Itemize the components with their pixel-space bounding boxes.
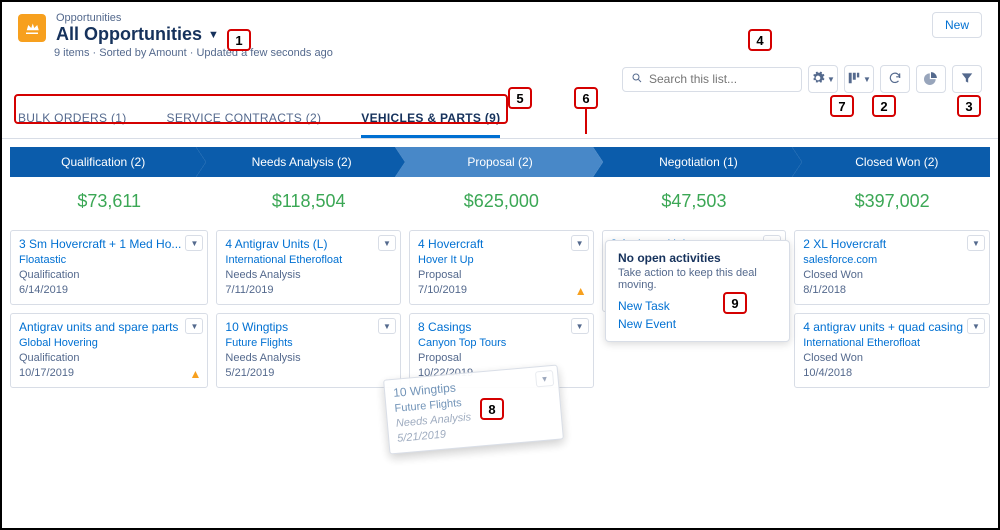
card-date: 10/4/2018: [803, 367, 981, 379]
chart-button[interactable]: [916, 65, 946, 93]
callout-line: [585, 109, 587, 134]
card-stage: Needs Analysis: [225, 352, 392, 364]
card-stage: Closed Won: [803, 352, 981, 364]
list-info: 9 items · Sorted by Amount · Updated a f…: [2, 47, 998, 65]
refresh-icon: [888, 71, 902, 88]
list-view-picker[interactable]: All Opportunities ▼: [56, 24, 219, 45]
card-date: 7/11/2019: [225, 284, 392, 296]
gear-icon: [811, 71, 825, 88]
new-event-link[interactable]: New Event: [618, 317, 777, 331]
tab-bulk-orders[interactable]: BULK ORDERS (1): [18, 105, 127, 138]
stage-negotiation[interactable]: Negotiation (1): [593, 147, 791, 177]
tab-vehicles-parts[interactable]: VEHICLES & PARTS (9): [361, 105, 500, 138]
card-title[interactable]: 4 Antigrav Units (L): [225, 237, 392, 251]
card-date: 5/21/2019: [225, 367, 392, 379]
card-account[interactable]: salesforce.com: [803, 254, 981, 266]
pie-chart-icon: [924, 71, 938, 88]
kanban-card[interactable]: ▼ 3 Sm Hovercraft + 1 Med Ho... Floatast…: [10, 230, 208, 305]
list-settings-button[interactable]: ▼: [808, 65, 838, 93]
card-menu-button[interactable]: ▼: [571, 235, 589, 251]
card-account[interactable]: Global Hovering: [19, 337, 199, 349]
card-menu-button[interactable]: ▼: [967, 318, 985, 334]
stage-qualification[interactable]: Qualification (2): [10, 147, 196, 177]
card-stage: Closed Won: [803, 269, 981, 281]
list-view-name: All Opportunities: [56, 24, 202, 45]
card-title[interactable]: 10 Wingtips: [225, 320, 392, 334]
new-button[interactable]: New: [932, 12, 982, 38]
kanban-card[interactable]: ▼ 4 antigrav units + quad casing Interna…: [794, 313, 990, 388]
kanban-column: $118,504 ▼ 4 Antigrav Units (L) Internat…: [216, 183, 401, 388]
kanban-card[interactable]: ▼ 4 Antigrav Units (L) International Eth…: [216, 230, 401, 305]
card-date: 6/14/2019: [19, 284, 199, 296]
card-title[interactable]: 3 Sm Hovercraft + 1 Med Ho...: [19, 237, 199, 251]
card-account[interactable]: Future Flights: [225, 337, 392, 349]
kanban-stage-bar: Qualification (2) Needs Analysis (2) Pro…: [10, 147, 990, 177]
card-title[interactable]: 2 XL Hovercraft: [803, 237, 981, 251]
column-sum: $397,002: [794, 183, 990, 222]
kanban-card[interactable]: ▼ 4 Hovercraft Hover It Up Proposal 7/10…: [409, 230, 594, 305]
filter-button[interactable]: [952, 65, 982, 93]
card-stage: Proposal: [418, 352, 585, 364]
card-account[interactable]: Canyon Top Tours: [418, 337, 585, 349]
card-menu-button[interactable]: ▼: [535, 370, 554, 388]
column-sum: $118,504: [216, 183, 401, 222]
card-menu-button[interactable]: ▼: [967, 235, 985, 251]
card-menu-button[interactable]: ▼: [378, 318, 396, 334]
column-sum: $47,503: [602, 183, 787, 222]
kanban-column: $73,611 ▼ 3 Sm Hovercraft + 1 Med Ho... …: [10, 183, 208, 388]
card-account[interactable]: Hover It Up: [418, 254, 585, 266]
card-date: 8/1/2018: [803, 284, 981, 296]
card-title[interactable]: 8 Casings: [418, 320, 585, 334]
kanban-column: $397,002 ▼ 2 XL Hovercraft salesforce.co…: [794, 183, 990, 388]
card-account[interactable]: Floatastic: [19, 254, 199, 266]
kanban-card[interactable]: ▼ Antigrav units and spare parts Global …: [10, 313, 208, 388]
kanban-columns: $73,611 ▼ 3 Sm Hovercraft + 1 Med Ho... …: [2, 183, 998, 388]
kanban-card[interactable]: ▼ 2 XL Hovercraft salesforce.com Closed …: [794, 230, 990, 305]
kanban-card[interactable]: ▼ 10 Wingtips Future Flights Needs Analy…: [216, 313, 401, 388]
card-title[interactable]: 4 Hovercraft: [418, 237, 585, 251]
column-sum: $73,611: [10, 183, 208, 222]
card-title[interactable]: Antigrav units and spare parts: [19, 320, 199, 334]
card-menu-button[interactable]: ▼: [185, 235, 203, 251]
search-icon: [631, 72, 643, 87]
activity-popover: No open activities Take action to keep t…: [605, 240, 790, 342]
column-sum: $625,000: [409, 183, 594, 222]
card-stage: Qualification: [19, 352, 199, 364]
opportunities-icon: [18, 14, 46, 42]
card-menu-button[interactable]: ▼: [185, 318, 203, 334]
card-stage: Needs Analysis: [225, 269, 392, 281]
refresh-button[interactable]: [880, 65, 910, 93]
stage-closed-won[interactable]: Closed Won (2): [792, 147, 990, 177]
card-account[interactable]: International Etherofloat: [803, 337, 981, 349]
display-as-button[interactable]: ▼: [844, 65, 874, 93]
filter-icon: [960, 71, 974, 88]
kanban-icon: [847, 71, 861, 88]
card-menu-button[interactable]: ▼: [378, 235, 396, 251]
search-list-input-wrap[interactable]: [622, 67, 802, 92]
stage-proposal[interactable]: Proposal (2): [395, 147, 593, 177]
kanban-column: $625,000 ▼ 4 Hovercraft Hover It Up Prop…: [409, 183, 594, 388]
warning-icon: ▲: [575, 284, 587, 298]
card-account[interactable]: International Etherofloat: [225, 254, 392, 266]
warning-icon: ▲: [190, 367, 202, 381]
chevron-down-icon: ▼: [208, 29, 219, 41]
card-stage: Proposal: [418, 269, 585, 281]
card-date: 10/17/2019: [19, 367, 199, 379]
stage-needs-analysis[interactable]: Needs Analysis (2): [196, 147, 394, 177]
dragging-card[interactable]: ▼ 10 Wingtips Future Flights Needs Analy…: [383, 365, 564, 455]
object-label: Opportunities: [56, 12, 219, 24]
card-date: 7/10/2019: [418, 284, 585, 296]
search-input[interactable]: [649, 72, 793, 86]
tab-service-contracts[interactable]: SERVICE CONTRACTS (2): [167, 105, 322, 138]
popover-desc: Take action to keep this deal moving.: [618, 267, 777, 291]
filter-tabs: BULK ORDERS (1) SERVICE CONTRACTS (2) VE…: [2, 99, 998, 139]
card-menu-button[interactable]: ▼: [571, 318, 589, 334]
new-task-link[interactable]: New Task: [618, 299, 777, 313]
card-title[interactable]: 4 antigrav units + quad casing: [803, 320, 981, 334]
card-stage: Qualification: [19, 269, 199, 281]
popover-title: No open activities: [618, 251, 777, 265]
